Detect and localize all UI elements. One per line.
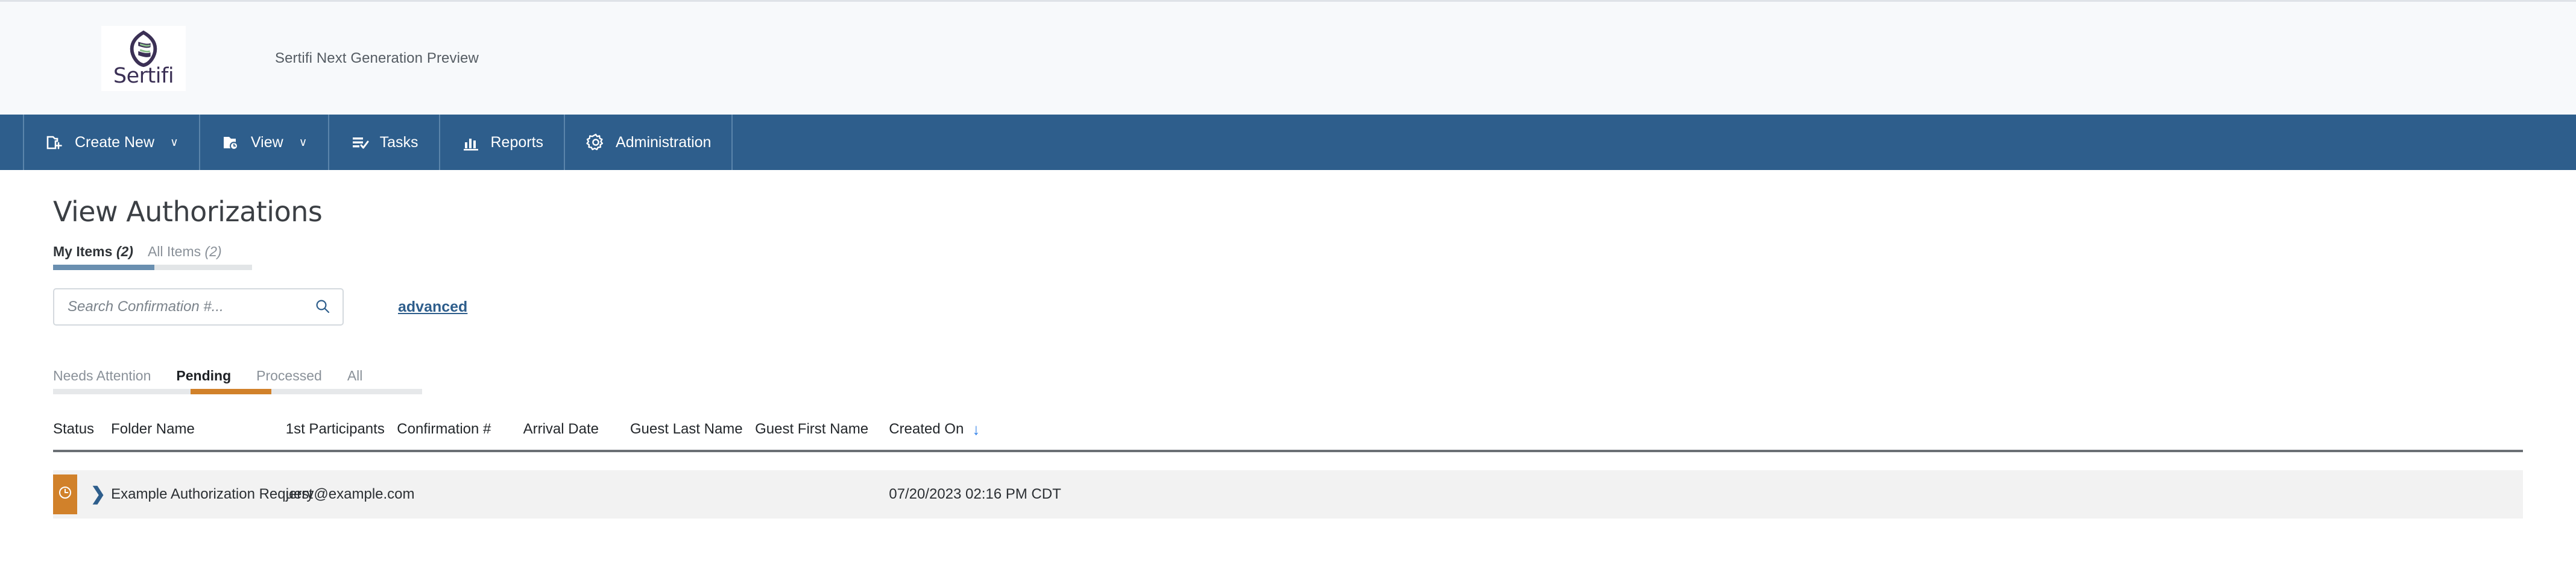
- scope-tabs-indicator: [53, 265, 252, 270]
- authorizations-table: Status Folder Name 1st Participants Conf…: [53, 421, 2523, 519]
- folder-clock-icon: [221, 132, 241, 153]
- filter-tab-processed[interactable]: Processed: [256, 368, 322, 389]
- filter-tabs: Needs Attention Pending Processed All: [53, 368, 2576, 394]
- cell-first-participants: jerry@example.com: [285, 486, 415, 502]
- sertifi-leaf-logo-icon: [130, 30, 157, 67]
- nav-item-administration[interactable]: Administration: [564, 115, 733, 170]
- page-title: View Authorizations: [53, 195, 323, 228]
- bar-chart-icon: [461, 132, 481, 153]
- chevron-down-icon[interactable]: ∨: [299, 136, 308, 150]
- nav-label-tasks: Tasks: [379, 133, 418, 151]
- column-header-created-on-label: Created On: [889, 421, 964, 437]
- chevron-down-icon[interactable]: ∨: [170, 136, 178, 150]
- table-header-row: Status Folder Name 1st Participants Conf…: [53, 421, 2523, 452]
- list-check-icon: [350, 132, 370, 153]
- row-status-cell: ❯: [53, 474, 111, 514]
- nav-label-view: View: [250, 133, 283, 151]
- scope-tab-all-items-label: All Items: [147, 244, 201, 259]
- filter-tabs-active-indicator: [191, 389, 271, 394]
- column-header-folder-name[interactable]: Folder Name: [111, 421, 286, 438]
- scope-tab-my-items-count: (2): [116, 244, 133, 259]
- logo-wordmark: Sertifi: [113, 63, 174, 88]
- scope-tab-all-items-count: (2): [204, 244, 222, 259]
- column-header-arrival-date[interactable]: Arrival Date: [523, 421, 630, 438]
- search-button[interactable]: [303, 289, 343, 324]
- column-header-first-participants[interactable]: 1st Participants: [286, 421, 397, 438]
- cell-folder-name: Example Authorization Request: [111, 486, 313, 502]
- search-box[interactable]: [53, 288, 344, 326]
- filter-tabs-indicator: [53, 389, 422, 394]
- search-row: advanced: [53, 288, 2576, 326]
- nav-item-create-new[interactable]: Create New ∨: [23, 115, 199, 170]
- preview-label: Sertifi Next Generation Preview: [275, 49, 479, 66]
- column-header-created-on[interactable]: Created On ↓: [889, 421, 980, 438]
- status-badge: [53, 474, 77, 514]
- column-header-guest-last-name[interactable]: Guest Last Name: [630, 421, 755, 438]
- main-navigation: Create New ∨ View ∨ Tasks Reports Admini…: [0, 115, 2576, 170]
- scope-tab-all-items[interactable]: All Items (2): [148, 244, 222, 263]
- search-icon: [314, 298, 331, 317]
- column-header-status[interactable]: Status: [53, 421, 111, 438]
- filter-tab-needs-attention[interactable]: Needs Attention: [53, 368, 151, 389]
- nav-item-view[interactable]: View ∨: [198, 115, 328, 170]
- table-row[interactable]: ❯ Example Authorization Request jerry@ex…: [53, 470, 2523, 519]
- gear-icon: [586, 132, 606, 153]
- sort-descending-icon[interactable]: ↓: [972, 421, 980, 437]
- scope-tab-my-items-label: My Items: [53, 244, 113, 259]
- column-header-guest-first-name[interactable]: Guest First Name: [755, 421, 889, 438]
- cell-created-on: 07/20/2023 02:16 PM CDT: [889, 486, 1061, 502]
- filter-tab-all[interactable]: All: [347, 368, 363, 389]
- chevron-right-icon[interactable]: ❯: [90, 485, 106, 503]
- nav-item-tasks[interactable]: Tasks: [327, 115, 439, 170]
- nav-label-reports: Reports: [490, 133, 544, 151]
- nav-label-create-new: Create New: [75, 133, 154, 151]
- folder-plus-icon: [45, 132, 65, 153]
- nav-item-reports[interactable]: Reports: [438, 115, 564, 170]
- filter-tab-pending[interactable]: Pending: [176, 368, 231, 389]
- logo[interactable]: Sertifi: [101, 25, 186, 91]
- brand-header: Sertifi Sertifi Next Generation Preview: [0, 0, 2576, 115]
- page-content: View Authorizations My Items (2) All Ite…: [0, 195, 2576, 519]
- scope-tabs-active-indicator: [53, 265, 154, 270]
- column-header-confirmation-number[interactable]: Confirmation #: [397, 421, 523, 438]
- nav-label-administration: Administration: [616, 133, 712, 151]
- search-input[interactable]: [54, 298, 303, 315]
- scope-tabs: My Items (2) All Items (2): [53, 244, 2576, 270]
- clock-icon: [57, 485, 73, 505]
- advanced-search-link[interactable]: advanced: [398, 298, 467, 316]
- scope-tab-my-items[interactable]: My Items (2): [53, 244, 133, 263]
